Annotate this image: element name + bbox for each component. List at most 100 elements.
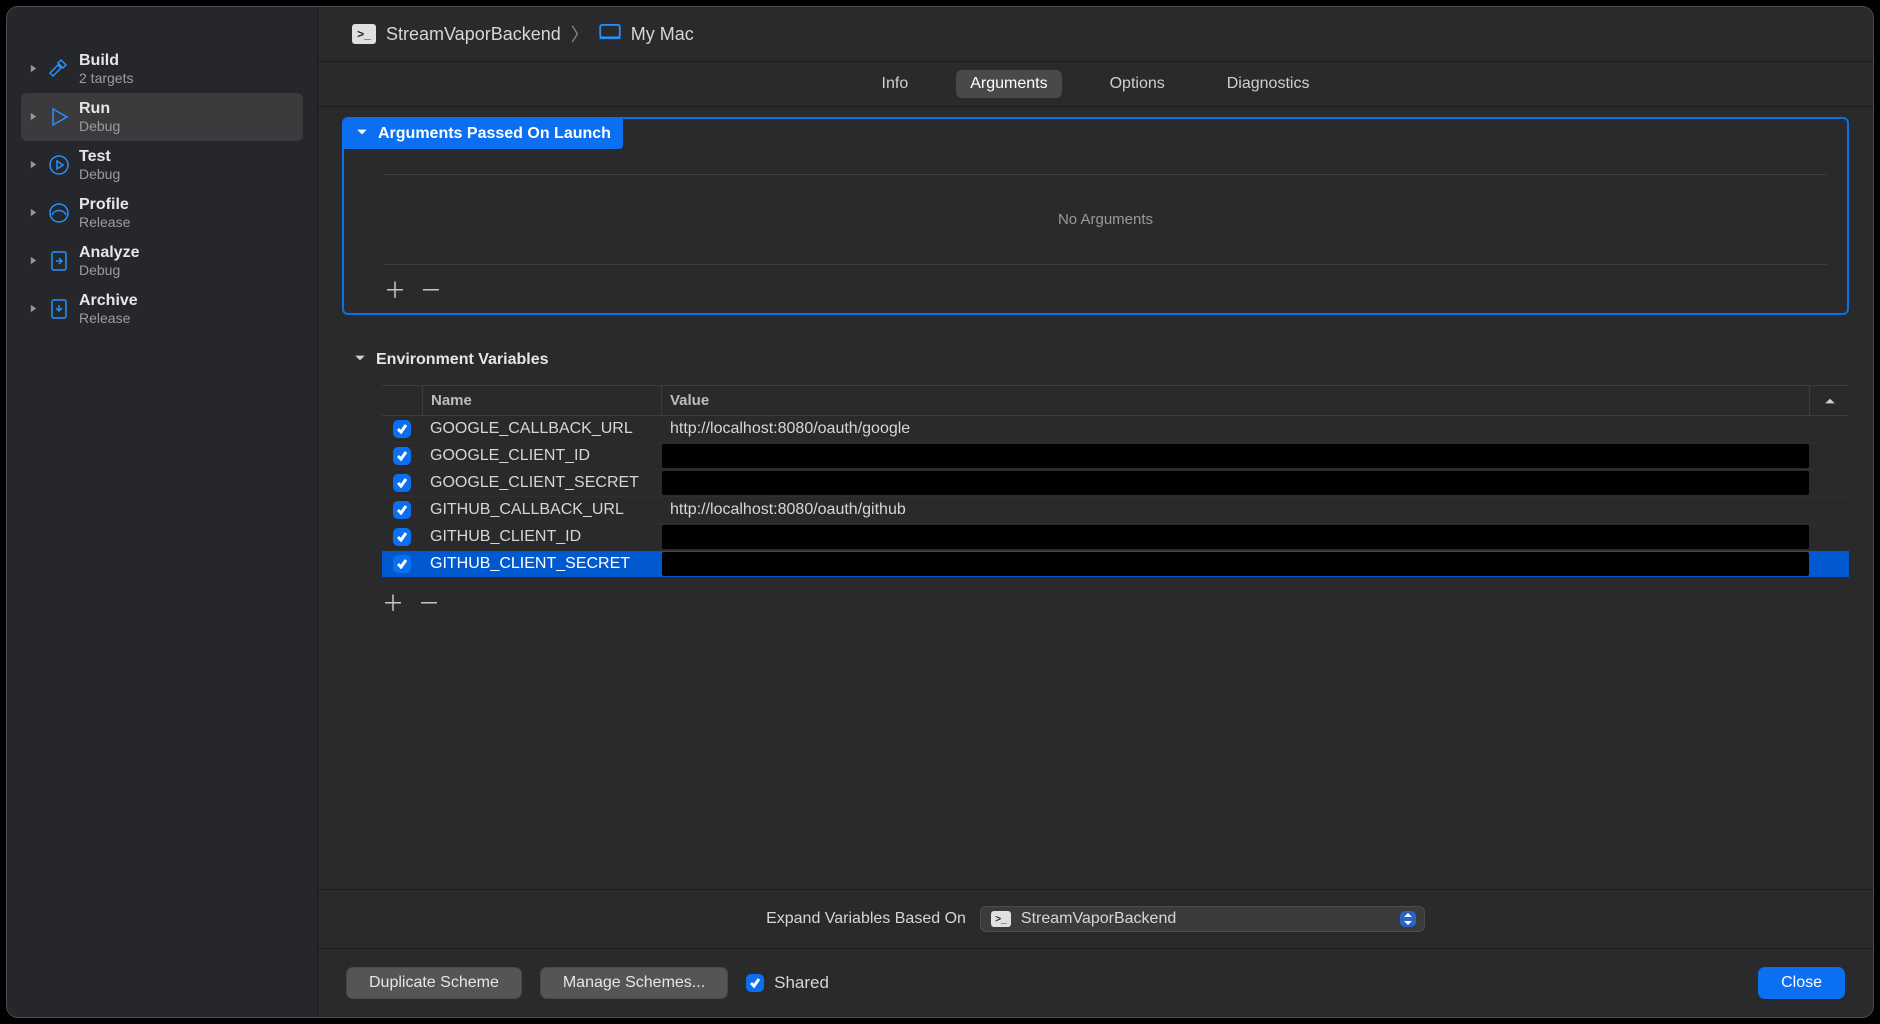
hammer-icon <box>45 55 73 83</box>
sidebar-item-sub: Debug <box>79 118 120 135</box>
tab-arguments[interactable]: Arguments <box>956 70 1061 98</box>
close-button[interactable]: Close <box>1758 967 1845 999</box>
env-var-name[interactable]: GOOGLE_CALLBACK_URL <box>422 416 662 442</box>
col-value[interactable]: Value <box>662 386 1809 415</box>
checkbox-icon[interactable] <box>393 555 411 573</box>
expand-scheme-value: StreamVaporBackend <box>1021 910 1176 928</box>
env-row[interactable]: GOOGLE_CLIENT_ID <box>382 443 1849 470</box>
sidebar-item-sub: Release <box>79 214 130 231</box>
shared-label: Shared <box>774 973 829 993</box>
play-icon <box>45 103 73 131</box>
chevron-right-icon[interactable] <box>27 111 39 123</box>
tab-info[interactable]: Info <box>868 70 923 98</box>
chevron-right-icon: 〉 <box>571 21 589 47</box>
env-row[interactable]: GOOGLE_CLIENT_SECRET <box>382 470 1849 497</box>
sidebar-item-label: Test <box>79 147 120 166</box>
updown-arrows-icon <box>1400 911 1416 927</box>
sidebar-item-label: Analyze <box>79 243 139 262</box>
breadcrumb-project[interactable]: StreamVaporBackend <box>386 24 561 45</box>
sidebar-item-label: Run <box>79 99 120 118</box>
content-area: Arguments Passed On Launch No Arguments … <box>318 107 1873 889</box>
sidebar-item-label: Archive <box>79 291 138 310</box>
expand-variables-row: Expand Variables Based On >_ StreamVapor… <box>318 889 1873 948</box>
sidebar-item-sub: 2 targets <box>79 70 133 87</box>
env-var-value[interactable] <box>662 444 1809 468</box>
checkbox-icon[interactable] <box>393 528 411 546</box>
checkbox-icon[interactable] <box>393 474 411 492</box>
breadcrumb: >_ StreamVaporBackend 〉 My Mac <box>318 7 1873 62</box>
sidebar-item-sub: Release <box>79 310 138 327</box>
arguments-section: Arguments Passed On Launch No Arguments … <box>342 117 1849 315</box>
env-table-header: Name Value <box>382 385 1849 416</box>
env-var-name[interactable]: GITHUB_CLIENT_SECRET <box>422 551 662 577</box>
sidebar-item-test[interactable]: Test Debug <box>21 141 303 189</box>
checkbox-icon[interactable] <box>393 501 411 519</box>
env-var-value[interactable]: http://localhost:8080/oauth/github <box>662 497 1809 523</box>
sidebar-item-label: Build <box>79 51 133 70</box>
wrench-play-icon <box>45 151 73 179</box>
col-name[interactable]: Name <box>422 386 662 415</box>
remove-argument-button[interactable]: － <box>420 273 442 305</box>
chevron-right-icon[interactable] <box>27 255 39 267</box>
env-section: Environment Variables Name Value <box>342 345 1849 638</box>
doc-arrow-icon <box>45 247 73 275</box>
sort-indicator-icon[interactable] <box>1809 386 1849 415</box>
chevron-right-icon[interactable] <box>27 207 39 219</box>
duplicate-scheme-button[interactable]: Duplicate Scheme <box>346 967 522 999</box>
env-row[interactable]: GOOGLE_CALLBACK_URL http://localhost:808… <box>382 416 1849 443</box>
add-argument-button[interactable]: ＋ <box>384 273 406 305</box>
sidebar-item-archive[interactable]: Archive Release <box>21 285 303 333</box>
footer: Duplicate Scheme Manage Schemes... Share… <box>318 948 1873 1017</box>
add-env-var-button[interactable]: ＋ <box>382 586 404 618</box>
main-panel: >_ StreamVaporBackend 〉 My Mac Info Argu… <box>318 7 1873 1017</box>
env-var-name[interactable]: GITHUB_CLIENT_ID <box>422 524 662 550</box>
env-row[interactable]: GITHUB_CLIENT_ID <box>382 524 1849 551</box>
breadcrumb-target[interactable]: My Mac <box>631 24 694 45</box>
mac-icon <box>599 24 621 45</box>
tab-bar: Info Arguments Options Diagnostics <box>318 62 1873 107</box>
checkbox-icon <box>746 974 764 992</box>
checkbox-icon[interactable] <box>393 447 411 465</box>
archive-doc-icon <box>45 295 73 323</box>
executable-icon: >_ <box>352 24 376 44</box>
env-var-value[interactable] <box>662 552 1809 576</box>
env-section-header[interactable]: Environment Variables <box>342 345 561 375</box>
env-var-name[interactable]: GITHUB_CALLBACK_URL <box>422 497 662 523</box>
manage-schemes-button[interactable]: Manage Schemes... <box>540 967 728 999</box>
shared-checkbox[interactable]: Shared <box>746 973 829 993</box>
env-row[interactable]: GITHUB_CLIENT_SECRET <box>382 551 1849 578</box>
sidebar-item-analyze[interactable]: Analyze Debug <box>21 237 303 285</box>
sidebar-item-profile[interactable]: Profile Release <box>21 189 303 237</box>
env-row[interactable]: GITHUB_CALLBACK_URL http://localhost:808… <box>382 497 1849 524</box>
scheme-editor-window: Build 2 targets Run Debug <box>6 6 1874 1018</box>
sidebar-item-label: Profile <box>79 195 130 214</box>
sidebar-item-build[interactable]: Build 2 targets <box>21 45 303 93</box>
scheme-sidebar: Build 2 targets Run Debug <box>7 7 318 1017</box>
checkbox-icon[interactable] <box>393 420 411 438</box>
expand-scheme-select[interactable]: >_ StreamVaporBackend <box>980 906 1425 932</box>
env-table: Name Value GOOGLE_CALLBACK_URL http://lo… <box>382 385 1849 638</box>
expand-label: Expand Variables Based On <box>766 910 966 928</box>
sidebar-item-sub: Debug <box>79 166 120 183</box>
no-arguments-label: No Arguments <box>384 175 1827 265</box>
remove-env-var-button[interactable]: － <box>418 586 440 618</box>
chevron-down-icon <box>354 351 366 369</box>
arguments-section-header[interactable]: Arguments Passed On Launch <box>344 119 623 149</box>
env-section-title: Environment Variables <box>376 351 549 369</box>
chevron-right-icon[interactable] <box>27 303 39 315</box>
tab-diagnostics[interactable]: Diagnostics <box>1213 70 1324 98</box>
arguments-section-title: Arguments Passed On Launch <box>378 125 611 143</box>
env-var-value[interactable] <box>662 525 1809 549</box>
env-var-name[interactable]: GOOGLE_CLIENT_SECRET <box>422 470 662 496</box>
env-var-value[interactable] <box>662 471 1809 495</box>
chevron-right-icon[interactable] <box>27 63 39 75</box>
env-var-name[interactable]: GOOGLE_CLIENT_ID <box>422 443 662 469</box>
gauge-icon <box>45 199 73 227</box>
chevron-right-icon[interactable] <box>27 159 39 171</box>
sidebar-item-run[interactable]: Run Debug <box>21 93 303 141</box>
tab-options[interactable]: Options <box>1096 70 1179 98</box>
chevron-down-icon <box>356 125 368 143</box>
executable-icon: >_ <box>991 911 1011 927</box>
env-var-value[interactable]: http://localhost:8080/oauth/google <box>662 416 1809 442</box>
sidebar-item-sub: Debug <box>79 262 139 279</box>
